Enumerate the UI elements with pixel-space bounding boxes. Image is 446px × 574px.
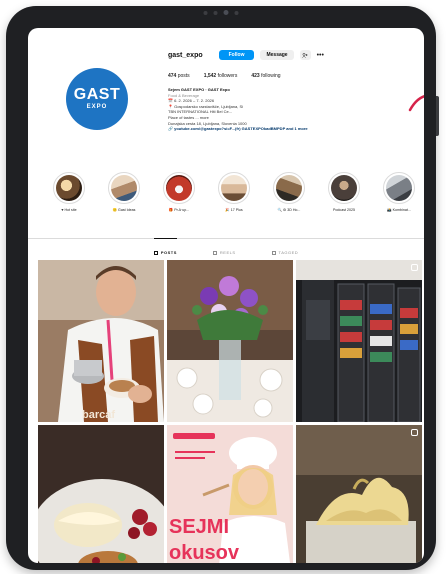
post-tile[interactable] [296, 425, 422, 563]
tablet-side-button [436, 96, 439, 136]
avatar-logo-line2: EXPO [86, 104, 108, 110]
reel-icon [411, 429, 418, 436]
highlight-cover [166, 175, 192, 201]
tab-tagged[interactable]: TAGGED [271, 239, 299, 259]
add-person-icon [302, 52, 308, 58]
apron-logo-text: barcaf [82, 409, 115, 421]
highlight-label: Podcast 2025 [333, 208, 355, 212]
highlight-label: 🙂 Gast Ideas [112, 208, 136, 212]
highlight-cover [276, 175, 302, 201]
flower-arrangement-photo [167, 260, 293, 422]
camera-bar [203, 10, 239, 15]
post-tile[interactable] [38, 425, 164, 563]
camera-lens [223, 10, 229, 15]
highlight-cover [221, 175, 247, 201]
sensor-dot [234, 10, 239, 15]
post-tile[interactable] [167, 260, 293, 422]
highlight-label: ♥ Hot site [61, 208, 77, 212]
highlight-label: 🔍 ⚙ 3D Ho... [277, 208, 301, 212]
highlight-item[interactable]: 🙂 Gast Ideas [105, 172, 143, 222]
highlight-cover [386, 175, 412, 201]
stat-followers[interactable]: 1,542 followers [204, 73, 238, 79]
reel-icon [411, 264, 418, 271]
highlight-cover [331, 175, 357, 201]
highlight-item[interactable]: 🔍 ⚙ 3D Ho... [270, 172, 308, 222]
highlight-label: 🎉 17 Plus [225, 208, 243, 212]
gelato-photo [296, 425, 422, 563]
sensor-dot [213, 10, 218, 15]
tab-reels[interactable]: REELS [212, 239, 236, 259]
tablet-frame: GAST EXPO gast_expo Follow Message ••• 4… [6, 6, 439, 570]
more-options-icon[interactable]: ••• [317, 52, 324, 59]
profile-stats: 474 posts 1,542 followers 423 following [168, 73, 408, 79]
story-highlights: ♥ Hot site 🙂 Gast Ideas 🎁 Pr.A·up... 🎉 1… [50, 172, 420, 222]
stat-following[interactable]: 423 following [251, 73, 280, 79]
barista-photo: barcaf [38, 260, 164, 422]
tab-posts[interactable]: POSTS [153, 238, 177, 259]
profile-info: gast_expo Follow Message ••• 474 posts 1… [168, 48, 408, 132]
highlight-item[interactable]: 🎁 Pr.A·up... [160, 172, 198, 222]
highlight-label: 🎁 Pr.A·up... [168, 208, 190, 212]
highlight-item[interactable]: 🎉 17 Plus [215, 172, 253, 222]
reels-icon [212, 250, 217, 255]
profile-tabs: POSTS REELS TAGGED [28, 238, 424, 259]
tag-icon [271, 250, 276, 255]
event-poster: SEJMI okusov [167, 425, 293, 563]
profile-bio: Sejem GAST EXPO · GAST Expo Food & Bever… [168, 87, 408, 132]
bio-link[interactable]: 🔗 youtube.com/@gastexpo?si=F...(fr) GAST… [168, 126, 408, 132]
highlight-item[interactable]: ♥ Hot site [50, 172, 88, 222]
highlight-label: 📸 Kombinat... [387, 208, 411, 212]
avatar[interactable]: GAST EXPO [66, 68, 128, 130]
grid-icon [153, 250, 158, 255]
avatar-logo-line1: GAST [73, 86, 121, 103]
suggest-user-button[interactable] [299, 50, 311, 60]
follow-button[interactable]: Follow [218, 50, 255, 60]
username: gast_expo [168, 51, 203, 59]
highlight-item[interactable]: 📸 Kombinat... [380, 172, 418, 222]
poster-title-line2: okusov [169, 542, 240, 563]
highlight-cover [56, 175, 82, 201]
beverage-fridge-photo [296, 260, 422, 422]
screen: GAST EXPO gast_expo Follow Message ••• 4… [28, 28, 424, 563]
dessert-photo [38, 425, 164, 563]
posts-grid: barcaf SEJMI okusov [38, 260, 424, 563]
message-button[interactable]: Message [260, 50, 294, 60]
profile-actions-row: gast_expo Follow Message ••• [168, 48, 408, 62]
sensor-dot [203, 10, 208, 15]
post-tile[interactable]: SEJMI okusov [167, 425, 293, 563]
highlight-cover [111, 175, 137, 201]
stat-posts: 474 posts [168, 73, 190, 79]
poster-title-line1: SEJMI [169, 516, 229, 538]
highlight-item[interactable]: Podcast 2025 [325, 172, 363, 222]
post-tile[interactable]: barcaf [38, 260, 164, 422]
post-tile[interactable] [296, 260, 422, 422]
profile-header: GAST EXPO gast_expo Follow Message ••• 4… [28, 28, 424, 178]
decorative-curve [408, 95, 424, 112]
